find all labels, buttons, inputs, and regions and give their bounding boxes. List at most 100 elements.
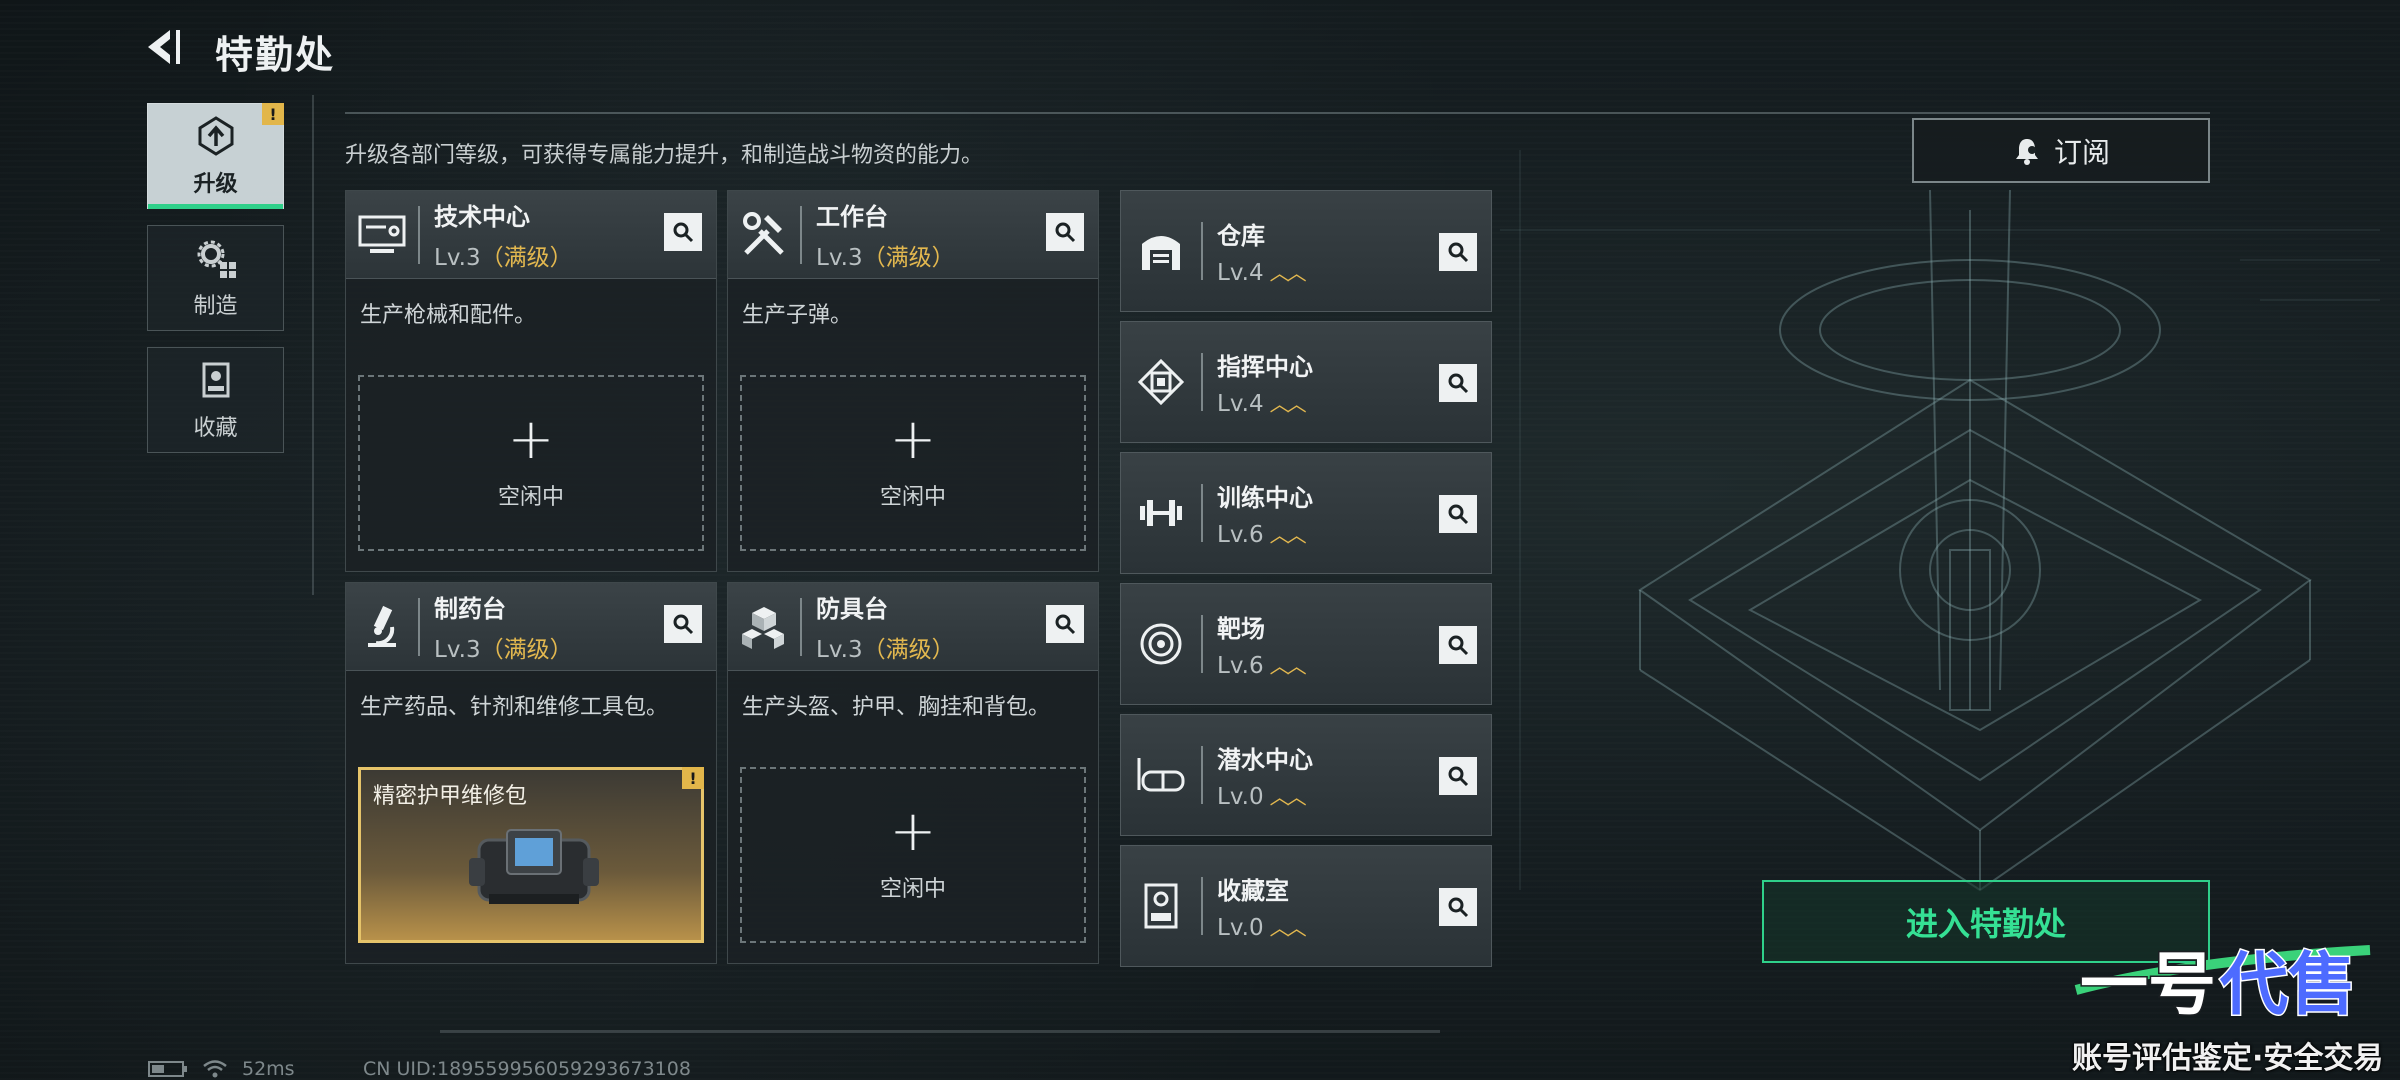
- facility-level: Lv.0: [1217, 784, 1264, 810]
- back-button[interactable]: [140, 22, 190, 72]
- nav-collection[interactable]: 收藏: [147, 347, 284, 453]
- max-level-tag: （满级）: [480, 245, 573, 271]
- inspect-button[interactable]: [1439, 495, 1477, 533]
- slot-status: 空闲中: [879, 877, 946, 902]
- production-slot-idle[interactable]: + 空闲中: [740, 375, 1086, 551]
- dept-name: 工作台: [816, 203, 888, 231]
- slot-status: 空闲中: [497, 485, 564, 510]
- dept-card-tech-center[interactable]: 技术中心 Lv.3（满级） 生产枪械和配件。 + 空闲中: [345, 190, 717, 572]
- inspect-button[interactable]: [664, 605, 702, 643]
- facility-diving-center[interactable]: 潜水中心 Lv.0 ︿︿: [1120, 714, 1492, 836]
- facility-name: 仓库: [1217, 222, 1265, 250]
- dept-description: 生产头盔、护甲、胸挂和背包。: [742, 695, 1051, 720]
- page-title: 特勤处: [215, 33, 336, 77]
- upgrade-chevrons-icon: ︿︿: [1269, 523, 1307, 547]
- magnifier-icon: [1448, 766, 1469, 787]
- magnifier-icon: [1448, 897, 1469, 918]
- magnifier-icon: [1055, 222, 1076, 243]
- facility-warehouse[interactable]: 仓库 Lv.4 ︿︿: [1120, 190, 1492, 312]
- magnifier-icon: [1448, 373, 1469, 394]
- facility-collection-room[interactable]: 收藏室 Lv.0 ︿︿: [1120, 845, 1492, 967]
- facility-level: Lv.6: [1217, 522, 1264, 548]
- diving-mask-icon: [1137, 758, 1185, 792]
- production-slot-idle[interactable]: + 空闲中: [358, 375, 704, 551]
- facility-name: 指挥中心: [1217, 353, 1313, 381]
- facility-command-center[interactable]: 指挥中心 Lv.4 ︿︿: [1120, 321, 1492, 443]
- item-alert-badge: !: [682, 767, 704, 789]
- facility-name: 靶场: [1217, 615, 1265, 643]
- divider: [312, 95, 314, 595]
- inspect-button[interactable]: [1046, 213, 1084, 251]
- production-slot-idle[interactable]: + 空闲中: [740, 767, 1086, 943]
- scroll-indicator: [440, 1030, 1440, 1033]
- nav-upgrade[interactable]: 升级 !: [147, 103, 284, 209]
- status-bar: 52ms: [148, 1058, 295, 1080]
- gears-icon: [197, 240, 236, 278]
- magnifier-icon: [673, 222, 694, 243]
- dept-level: Lv.3: [434, 245, 481, 271]
- magnifier-icon: [1448, 635, 1469, 656]
- dept-card-armor-bench[interactable]: 防具台 Lv.3（满级） 生产头盔、护甲、胸挂和背包。 + 空闲中: [727, 582, 1099, 964]
- upgrade-chevrons-icon: ︿︿: [1269, 785, 1307, 809]
- nav-manufacture[interactable]: 制造: [147, 225, 284, 331]
- magnifier-icon: [1055, 614, 1076, 635]
- magnifier-icon: [1448, 504, 1469, 525]
- dept-level: Lv.3: [434, 637, 481, 663]
- chip-icon: [1137, 358, 1185, 406]
- facility-level: Lv.4: [1217, 260, 1264, 286]
- dept-description: 生产枪械和配件。: [360, 303, 537, 328]
- nav-manufacture-label: 制造: [193, 294, 238, 319]
- max-level-tag: （满级）: [862, 637, 955, 663]
- ping-value: 52ms: [242, 1058, 295, 1080]
- max-level-tag: （满级）: [480, 637, 573, 663]
- dept-description: 生产药品、针剂和维修工具包。: [360, 695, 669, 720]
- target-icon: [1140, 623, 1182, 665]
- inspect-button[interactable]: [664, 213, 702, 251]
- facility-name: 训练中心: [1217, 484, 1313, 512]
- facility-level: Lv.6: [1217, 653, 1264, 679]
- plus-icon: +: [507, 407, 555, 472]
- facility-shooting-range[interactable]: 靶场 Lv.6 ︿︿: [1120, 583, 1492, 705]
- terminal-icon: [358, 215, 406, 253]
- microscope-icon: [368, 605, 396, 647]
- svg-text:一号: 一号: [2080, 946, 2216, 1025]
- facility-training-center[interactable]: 训练中心 Lv.6 ︿︿: [1120, 452, 1492, 574]
- armor-boxes-icon: [742, 606, 784, 649]
- dept-name: 技术中心: [434, 203, 530, 231]
- inspect-button[interactable]: [1439, 233, 1477, 271]
- dept-card-pharmacy[interactable]: 制药台 Lv.3（满级） 生产药品、针剂和维修工具包。 精密护甲维修包 !: [345, 582, 717, 964]
- divider: [345, 112, 2210, 114]
- inspect-button[interactable]: [1439, 888, 1477, 926]
- dept-card-workbench[interactable]: 工作台 Lv.3（满级） 生产子弹。 + 空闲中: [727, 190, 1099, 572]
- upgrade-chevrons-icon: ︿︿: [1269, 392, 1307, 416]
- watermark-tagline: 账号评估鉴定·安全交易: [2072, 1041, 2384, 1076]
- watermark-logo: 一号 代售: [2074, 945, 2371, 1027]
- inspect-button[interactable]: [1439, 757, 1477, 795]
- back-arrow-icon: [148, 30, 180, 64]
- base-hologram-illustration: [1500, 150, 2380, 892]
- dept-level: Lv.3: [816, 637, 863, 663]
- svg-text:代售: 代售: [2219, 946, 2356, 1025]
- armor-repair-kit-icon: [469, 829, 599, 904]
- nav-collection-label: 收藏: [193, 416, 238, 441]
- inspect-button[interactable]: [1439, 364, 1477, 402]
- magnifier-icon: [673, 614, 694, 635]
- dept-name: 制药台: [434, 595, 506, 623]
- dept-level: Lv.3: [816, 245, 863, 271]
- production-item-slot[interactable]: 精密护甲维修包 !: [358, 767, 704, 943]
- upgrade-chevrons-icon: ︿︿: [1269, 916, 1307, 940]
- user-uid: CN UID:1895599560592936731​08: [363, 1058, 691, 1080]
- warehouse-icon: [1142, 236, 1180, 270]
- slot-status: 空闲中: [879, 485, 946, 510]
- upgrade-icon: [198, 116, 233, 156]
- inspect-button[interactable]: [1439, 626, 1477, 664]
- inspect-button[interactable]: [1046, 605, 1084, 643]
- plus-icon: +: [889, 407, 937, 472]
- tools-icon: [743, 211, 784, 255]
- nav-alert-badge: !: [262, 103, 284, 125]
- upgrade-chevrons-icon: ︿︿: [1269, 261, 1307, 285]
- intro-text: 升级各部门等级，可获得专属能力提升，和制造战斗物资的能力。: [345, 143, 984, 168]
- display-case-icon: [1144, 883, 1178, 929]
- upgrade-chevrons-icon: ︿︿: [1269, 654, 1307, 678]
- plus-icon: +: [889, 799, 937, 864]
